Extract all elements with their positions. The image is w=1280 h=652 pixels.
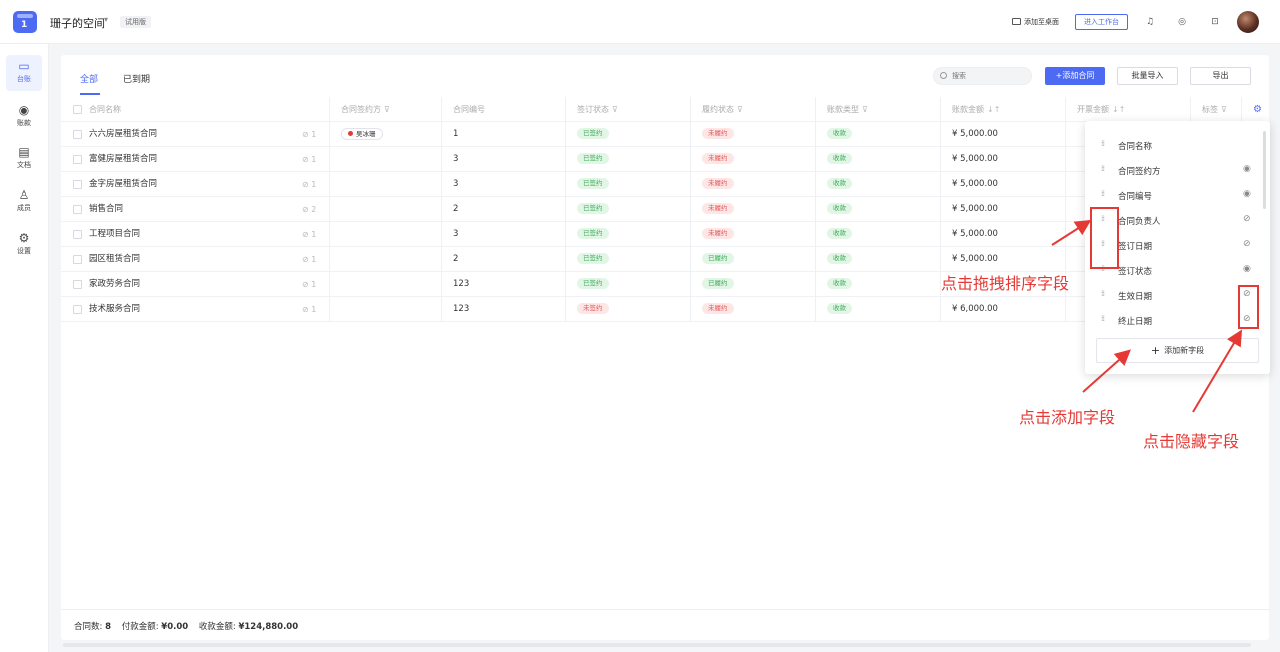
annotation-arrows: [1051, 219, 1243, 413]
drag-sort-arrow: [1051, 219, 1092, 246]
hide-field-arrow: [1192, 329, 1243, 413]
add-field-arrow: [1082, 349, 1131, 393]
